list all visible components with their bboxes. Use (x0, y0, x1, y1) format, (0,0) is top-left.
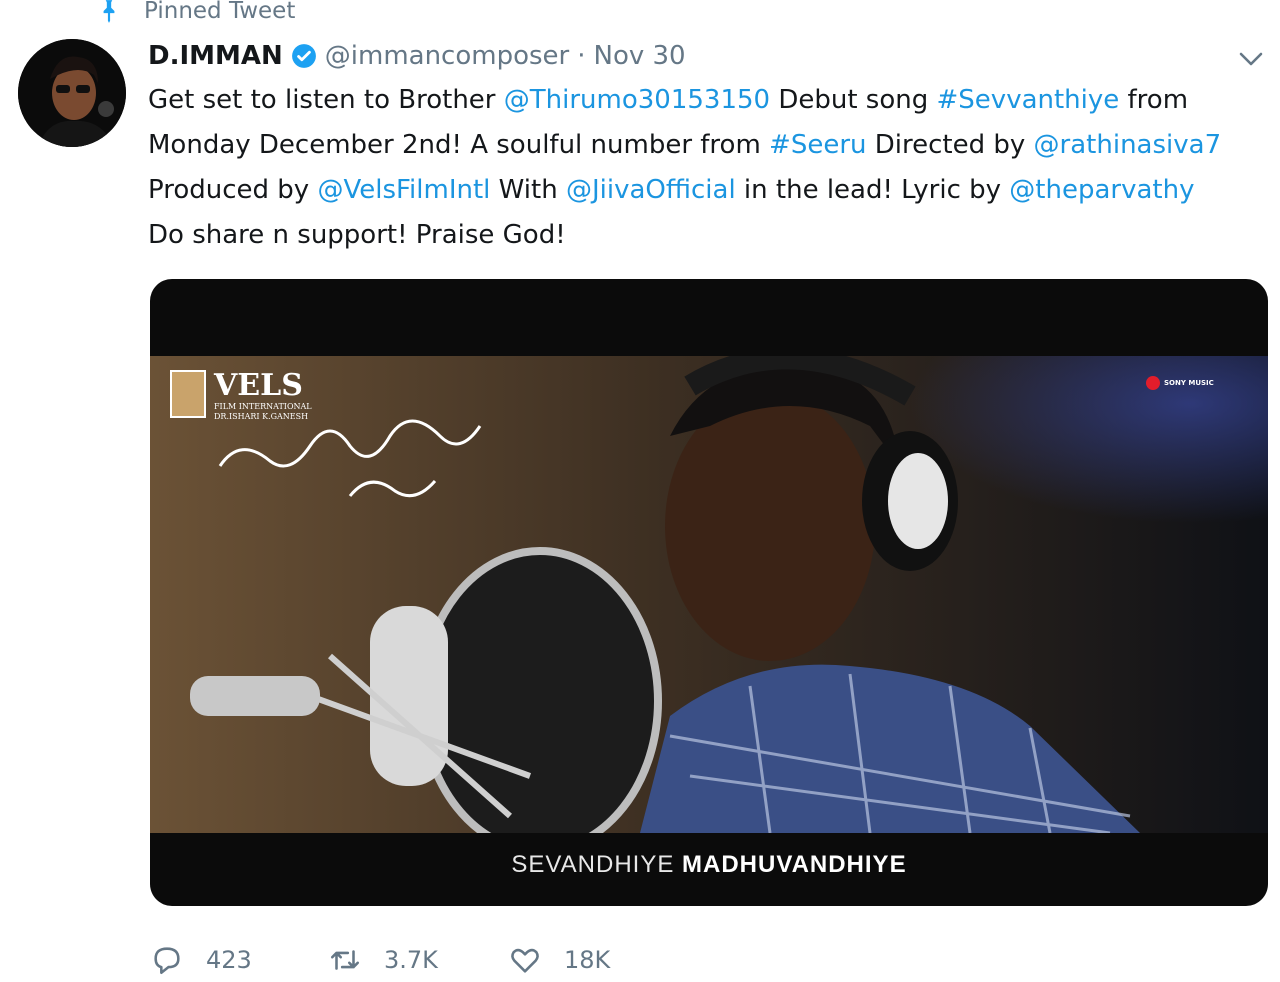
mention-link[interactable]: @theparvathy (1009, 175, 1194, 205)
tweet-header: D.IMMAN @immancomposer · Nov 30 (148, 36, 686, 76)
tweet-line: Do share n support! Praise God! (148, 213, 1278, 258)
reply-icon (154, 947, 180, 975)
sony-music-icon (1146, 376, 1160, 390)
pinned-label: Pinned Tweet (144, 0, 296, 24)
reply-count: 423 (206, 946, 252, 974)
pin-icon (103, 0, 115, 23)
author-handle[interactable]: @immancomposer (325, 41, 569, 71)
text-segment: Monday December 2nd! A soulful number fr… (148, 130, 770, 160)
author-name[interactable]: D.IMMAN (148, 41, 283, 71)
mention-link[interactable]: @Thirumo30153150 (504, 85, 770, 115)
hashtag-link[interactable]: #Seeru (769, 130, 866, 160)
subtitle-bold: MADHUVANDHIYE (682, 851, 907, 878)
subtitle-light: SEVANDHIYE (511, 851, 683, 878)
retweet-button[interactable]: 3.7K (328, 943, 438, 977)
chevron-down-icon[interactable] (1236, 48, 1266, 70)
text-segment: Produced by (148, 175, 318, 205)
separator-dot: · (577, 41, 586, 71)
avatar-image (18, 39, 126, 147)
like-icon (511, 948, 539, 973)
logo-portrait (170, 370, 206, 418)
tweet-line: Monday December 2nd! A soulful number fr… (148, 123, 1278, 168)
text-segment: Debut song (770, 85, 937, 115)
title-script-graphic (218, 419, 482, 498)
text-segment: from (1119, 85, 1189, 115)
text-segment: Directed by (866, 130, 1034, 160)
video-media[interactable]: VELS FILM INTERNATIONAL DR.ISHARI K.GANE… (150, 279, 1268, 906)
hashtag-link[interactable]: #Sevvanthiye (937, 85, 1120, 115)
avatar[interactable] (18, 39, 126, 147)
tweet-text: Get set to listen to Brother @Thirumo301… (148, 78, 1278, 258)
text-segment: Do share n support! Praise God! (148, 220, 566, 250)
video-subtitle: SEVANDHIYE MADHUVANDHIYE (150, 851, 1268, 879)
like-count: 18K (564, 946, 611, 974)
mention-link[interactable]: @rathinasiva7 (1034, 130, 1222, 160)
like-button[interactable]: 18K (508, 943, 610, 977)
text-segment: Get set to listen to Brother (148, 85, 504, 115)
retweet-count: 3.7K (384, 946, 438, 974)
tweet-date[interactable]: Nov 30 (594, 41, 686, 71)
mention-link[interactable]: @VelsFilmIntl (317, 175, 490, 205)
tweet-line: Produced by @VelsFilmIntl With @JiivaOff… (148, 168, 1278, 213)
retweet-icon (330, 950, 360, 970)
sony-music-brand: SONY MUSIC (1146, 376, 1214, 390)
mention-link[interactable]: @JiivaOfficial (566, 175, 736, 205)
text-segment: With (490, 175, 566, 205)
video-frame: VELS FILM INTERNATIONAL DR.ISHARI K.GANE… (150, 356, 1268, 833)
verified-icon (291, 44, 316, 68)
tweet-line: Get set to listen to Brother @Thirumo301… (148, 78, 1278, 123)
brand-label: SONY MUSIC (1164, 379, 1214, 387)
text-segment: in the lead! Lyric by (735, 175, 1010, 205)
pinned-indicator: Pinned Tweet (96, 0, 295, 28)
reply-button[interactable]: 423 (150, 943, 252, 977)
